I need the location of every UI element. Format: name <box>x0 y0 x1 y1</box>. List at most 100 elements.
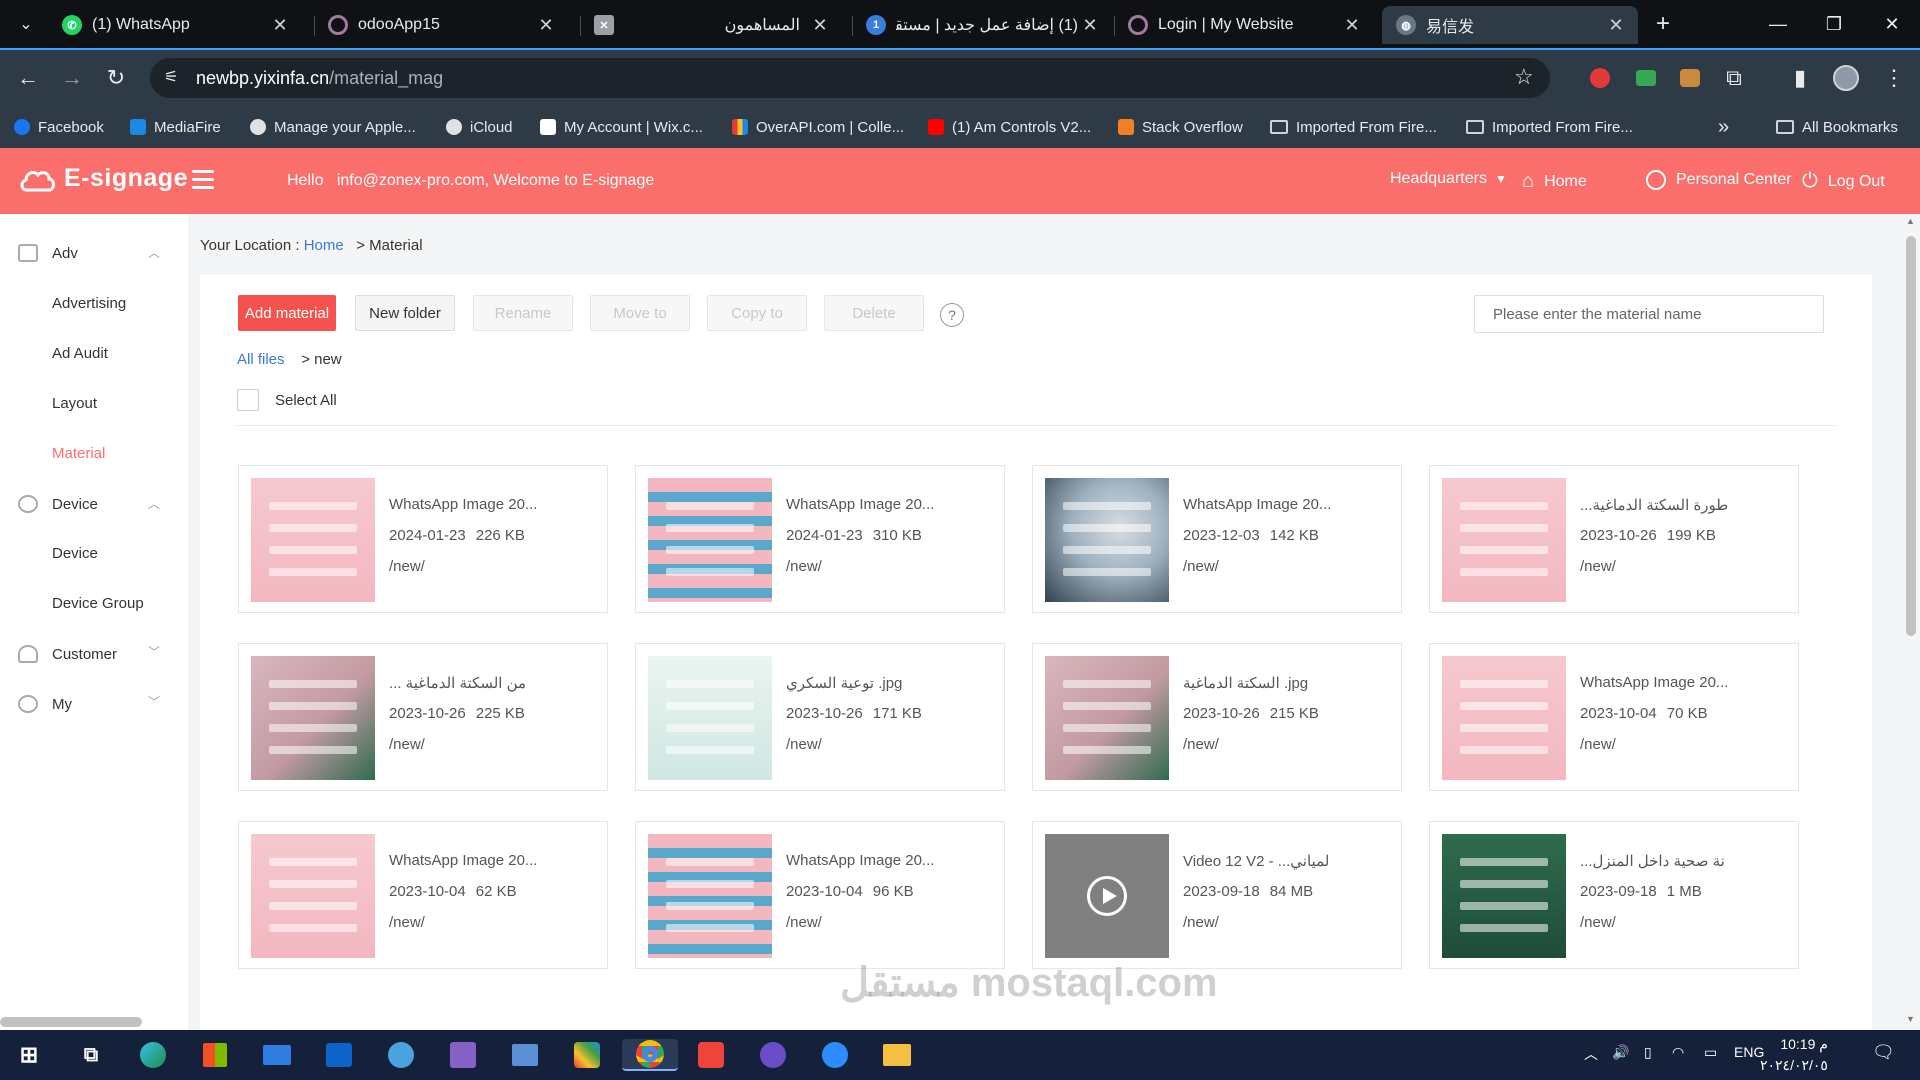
all-bookmarks-folder[interactable]: All Bookmarks <box>1776 116 1898 138</box>
bookmark-folder-imported-1[interactable]: Imported From Fire... <box>1270 116 1437 138</box>
tray-chevron-icon[interactable]: ︿ <box>1584 1044 1598 1064</box>
browser-tab-whatsapp[interactable]: ✆ (1) WhatsApp ✕ <box>48 6 302 44</box>
sidebar-item-device[interactable]: Device <box>52 545 98 562</box>
select-all[interactable]: Select All <box>237 389 337 411</box>
browser-tab-login[interactable]: Login | My Website ✕ <box>1114 6 1374 44</box>
copy-to-button[interactable]: Copy to <box>707 295 807 331</box>
log-out-link[interactable]: ⏻ Log Out <box>1802 170 1885 193</box>
material-card[interactable]: ...طورة السكتة الدماغية 2023-10-26 199 KB /… <box>1429 465 1799 613</box>
task-view-icon[interactable]: ⧉ <box>74 1039 108 1071</box>
delete-button[interactable]: Delete <box>824 295 924 331</box>
close-icon[interactable]: ✕ <box>534 15 558 36</box>
anydesk-icon[interactable] <box>694 1039 728 1071</box>
sidebar-item-material[interactable]: Material <box>52 445 105 462</box>
breadcrumb-home-link[interactable]: Home <box>304 237 344 254</box>
bookmark-folder-imported-2[interactable]: Imported From Fire... <box>1466 116 1633 138</box>
scroll-up-icon[interactable]: ▲ <box>1906 216 1915 226</box>
image-thumbnail[interactable] <box>1442 834 1566 958</box>
help-icon[interactable]: ? <box>940 303 964 327</box>
image-thumbnail[interactable] <box>1442 656 1566 780</box>
close-icon[interactable]: ✕ <box>1078 15 1102 36</box>
bookmark-stackoverflow[interactable]: Stack Overflow <box>1118 116 1243 138</box>
select-all-checkbox[interactable] <box>237 389 259 411</box>
device-icon[interactable]: ▯ <box>1644 1044 1652 1061</box>
headquarters-dropdown[interactable]: Headquarters ▼ <box>1390 170 1507 188</box>
more-bookmarks-button[interactable]: » <box>1718 116 1729 138</box>
chat-icon[interactable] <box>384 1039 418 1071</box>
extensions-puzzle-icon[interactable]: ⧉ <box>1716 60 1752 96</box>
bookmark-apple[interactable]: Manage your Apple... <box>250 116 416 138</box>
sidebar-group-my[interactable]: My <box>18 695 72 713</box>
move-to-button[interactable]: Move to <box>590 295 690 331</box>
visual-studio-icon[interactable] <box>446 1039 480 1071</box>
material-card[interactable]: WhatsApp Image 20... 2023-10-04 96 KB/new/ <box>635 821 1005 969</box>
material-card[interactable]: السكتة الدماغية .jpg 2023-10-26 215 KB/new… <box>1032 643 1402 791</box>
bookmark-facebook[interactable]: Facebook <box>14 116 104 138</box>
minimize-icon[interactable]: — <box>1750 0 1806 48</box>
image-thumbnail[interactable] <box>251 834 375 958</box>
sidebar-item-device-group[interactable]: Device Group <box>52 595 144 612</box>
restore-icon[interactable]: ❐ <box>1806 0 1862 48</box>
chrome-taskbar-icon[interactable] <box>622 1039 678 1071</box>
taskbar-clock[interactable]: 10:19 م ٢٠٢٤/٠٢/٠٥ <box>1760 1034 1828 1076</box>
bookmark-wix[interactable]: My Account | Wix.c... <box>540 116 703 138</box>
image-thumbnail[interactable] <box>1442 478 1566 602</box>
material-search-input[interactable] <box>1474 295 1824 333</box>
image-thumbnail[interactable] <box>1045 656 1169 780</box>
personal-center-link[interactable]: Personal Center <box>1646 170 1792 190</box>
extension-red-icon[interactable] <box>1582 60 1618 96</box>
material-card[interactable]: ... من السكتة الدماغية 2023-10-26 225 KB/n… <box>238 643 608 791</box>
close-icon[interactable]: ✕ <box>808 15 832 36</box>
side-panel-icon[interactable]: ▮ <box>1782 60 1818 96</box>
chevron-down-icon[interactable]: ﹀ <box>148 693 160 710</box>
browser-tab-mostaql[interactable]: 1 (1) إضافة عمل جديد | مستقل ✕ <box>852 6 1112 44</box>
browser-tab-odoo[interactable]: odooApp15 ✕ <box>314 6 568 44</box>
close-icon[interactable]: ✕ <box>1340 15 1364 36</box>
zoom-icon[interactable] <box>818 1039 852 1071</box>
material-card[interactable]: WhatsApp Image 20... 2024-01-23 310 KB/new… <box>635 465 1005 613</box>
all-files-link[interactable]: All files <box>237 351 285 368</box>
remote-desktop-icon[interactable] <box>508 1039 542 1071</box>
bookmark-icloud[interactable]: iCloud <box>446 116 513 138</box>
mail-icon[interactable] <box>260 1039 294 1071</box>
menu-toggle-icon[interactable] <box>192 170 214 194</box>
back-icon[interactable]: ← <box>10 60 46 96</box>
scroll-down-icon[interactable]: ▼ <box>1906 1014 1915 1024</box>
iptv-icon[interactable] <box>756 1039 790 1071</box>
add-material-button[interactable]: Add material <box>238 295 336 331</box>
sidebar-group-customer[interactable]: Customer <box>18 645 117 663</box>
bookmark-star-icon[interactable]: ☆ <box>1514 64 1534 90</box>
extension-green-icon[interactable] <box>1628 60 1664 96</box>
brand-logo[interactable]: E-signage <box>18 164 188 193</box>
rename-button[interactable]: Rename <box>473 295 573 331</box>
image-thumbnail[interactable] <box>648 478 772 602</box>
image-thumbnail[interactable] <box>251 656 375 780</box>
material-card[interactable]: WhatsApp Image 20... 2023-10-04 70 KB/new/ <box>1429 643 1799 791</box>
battery-icon[interactable]: ▭ <box>1704 1044 1717 1061</box>
bookmark-youtube[interactable]: (1) Am Controls V2... <box>928 116 1091 138</box>
volume-icon[interactable]: 🔊 <box>1612 1044 1629 1061</box>
page-vertical-scrollbar[interactable]: ▲ ▼ <box>1900 214 1920 1030</box>
browser-tab-yixinfa[interactable]: ◍ 易信发 ✕ <box>1382 6 1638 44</box>
image-thumbnail[interactable] <box>648 834 772 958</box>
material-card[interactable]: توعية السكري .jpg 2023-10-26 171 KB/new/ <box>635 643 1005 791</box>
sidebar-item-advertising[interactable]: Advertising <box>52 295 126 312</box>
forward-icon[interactable]: → <box>54 60 90 96</box>
browser-menu-icon[interactable]: ⋮ <box>1876 60 1912 96</box>
sidebar-group-device[interactable]: Device <box>18 495 98 513</box>
window-close-icon[interactable]: ✕ <box>1864 0 1920 48</box>
sidebar-group-adv[interactable]: Adv <box>18 244 78 262</box>
bookmark-mediafire[interactable]: MediaFire <box>130 116 221 138</box>
close-icon[interactable]: ✕ <box>268 15 292 36</box>
chevron-down-icon[interactable]: ﹀ <box>148 643 160 660</box>
scrollbar-thumb[interactable] <box>1906 236 1916 636</box>
bookmark-overapi[interactable]: OverAPI.com | Colle... <box>732 116 904 138</box>
video-thumbnail[interactable] <box>1045 834 1169 958</box>
wifi-icon[interactable]: ◠ <box>1672 1044 1684 1061</box>
new-tab-button[interactable]: + <box>1645 6 1681 42</box>
close-icon[interactable]: ✕ <box>1604 15 1628 36</box>
material-card[interactable]: WhatsApp Image 20... 2024-01-23 226 KB/new… <box>238 465 608 613</box>
chevron-up-icon[interactable]: ︿ <box>148 495 160 512</box>
notifications-icon[interactable]: 🗨 <box>1872 1042 1895 1063</box>
image-thumbnail[interactable] <box>251 478 375 602</box>
